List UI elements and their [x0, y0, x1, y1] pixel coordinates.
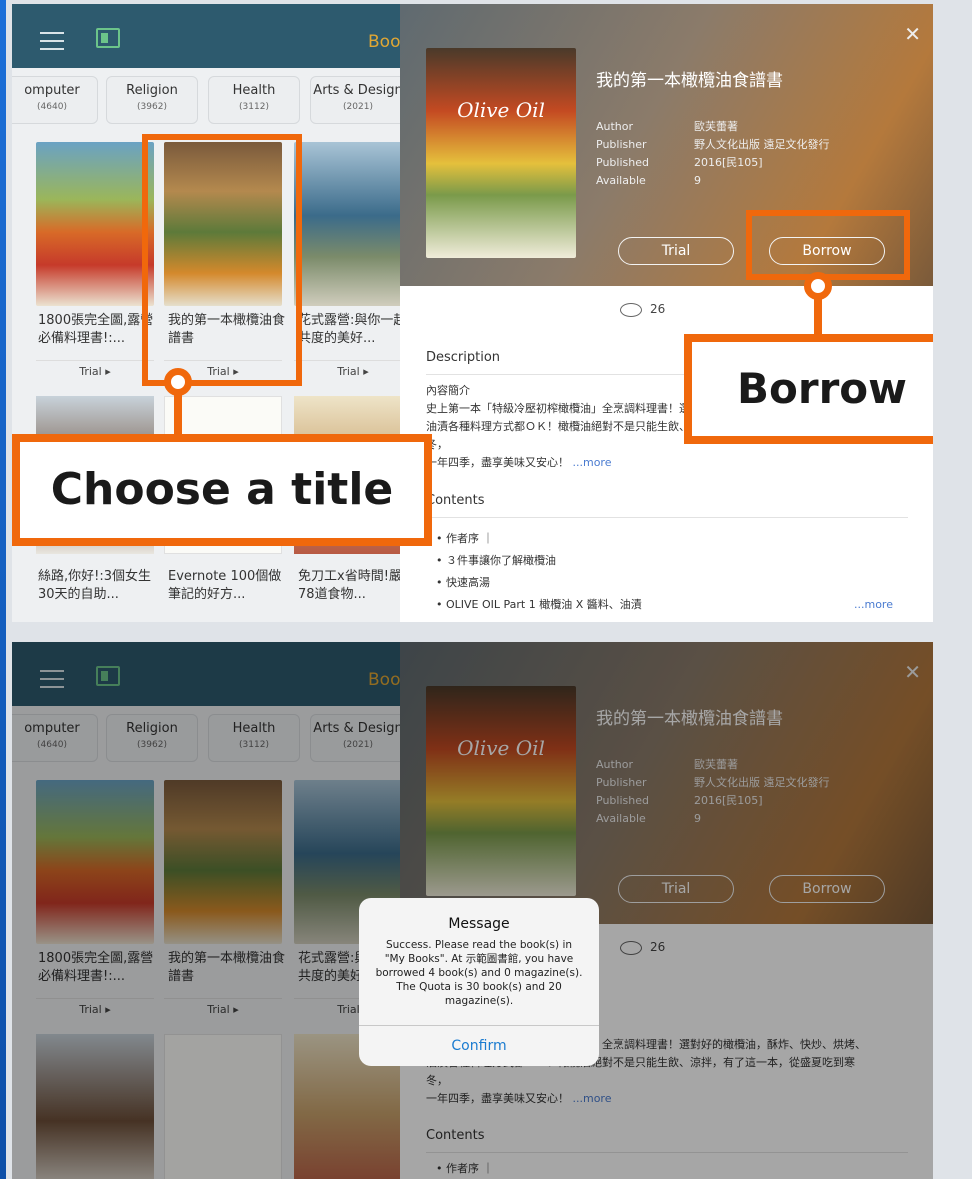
detail-book-cover: Olive Oil	[426, 48, 576, 258]
book-cover[interactable]	[294, 142, 412, 306]
views-count: 26	[620, 302, 665, 317]
choose-title-highlight	[142, 134, 302, 386]
trial-link[interactable]: Trial ▸	[294, 360, 412, 383]
borrow-callout: Borrow	[684, 334, 933, 444]
category-arts-design[interactable]: Arts & Design (2021)	[310, 76, 406, 124]
top-bar: Boo	[12, 4, 400, 68]
left-edge-strip	[0, 0, 6, 1179]
description-heading: Description	[426, 350, 501, 365]
book-title[interactable]: 免刀工x省時間!嚴選78道食物...	[298, 568, 416, 604]
close-icon[interactable]: ✕	[904, 22, 921, 46]
category-health[interactable]: Health (3112)	[208, 76, 300, 124]
screenshot-step-2: Boo omputer (4640) Religion (3962) Health(…	[12, 642, 933, 1179]
success-alert-dialog: Message Success. Please read the book(s)…	[359, 898, 599, 1066]
top-bar-label: Boo	[368, 32, 401, 52]
book-cover[interactable]	[36, 142, 154, 306]
book-title[interactable]: 花式露營:與你一起共度的美好...	[298, 312, 416, 348]
choose-title-callout: Choose a title	[12, 434, 432, 546]
detail-metadata: Author 歐芙蕾著 Publisher 野人文化出版 遠足文化發行 Publis…	[596, 120, 830, 187]
description-more-link[interactable]: ...more	[573, 456, 612, 469]
book-title[interactable]: Evernote 100個做筆記的好方...	[168, 568, 286, 604]
contents-heading: Contents	[426, 493, 485, 508]
book-detail-panel: ✕ Olive Oil 我的第一本橄欖油食譜書 Author 歐芙蕾著 Publi…	[400, 4, 933, 622]
contents-list: • 作者序 ｜ • ３件事讓你了解橄欖油 • 快速高湯 • OLIVE OIL …	[436, 532, 642, 611]
confirm-button[interactable]: Confirm	[359, 1025, 599, 1066]
divider	[426, 517, 908, 518]
category-religion[interactable]: Religion (3962)	[106, 76, 198, 124]
eye-icon	[620, 302, 642, 317]
trial-link[interactable]: Trial ▸	[36, 360, 154, 383]
category-computer[interactable]: omputer (4640)	[12, 76, 98, 124]
screenshot-step-1: Boo omputer (4640) Religion (3962) Health(…	[12, 4, 933, 622]
alert-title: Message	[448, 916, 510, 932]
book-title[interactable]: 絲路,你好!:3個女生30天的自助...	[38, 568, 156, 604]
alert-message: Success. Please read the book(s) in "My …	[375, 939, 583, 1007]
hamburger-menu-icon[interactable]	[40, 32, 64, 56]
trial-button[interactable]: Trial	[618, 237, 734, 265]
detail-title: 我的第一本橄欖油食譜書	[596, 71, 783, 91]
library-card-icon[interactable]	[96, 28, 120, 48]
contents-more-link[interactable]: ...more	[854, 598, 893, 611]
callout-dot	[164, 368, 192, 396]
callout-dot	[804, 272, 832, 300]
borrow-highlight	[746, 210, 910, 280]
book-title[interactable]: 1800張完全圖,露營必備料理書!:...	[38, 312, 156, 348]
